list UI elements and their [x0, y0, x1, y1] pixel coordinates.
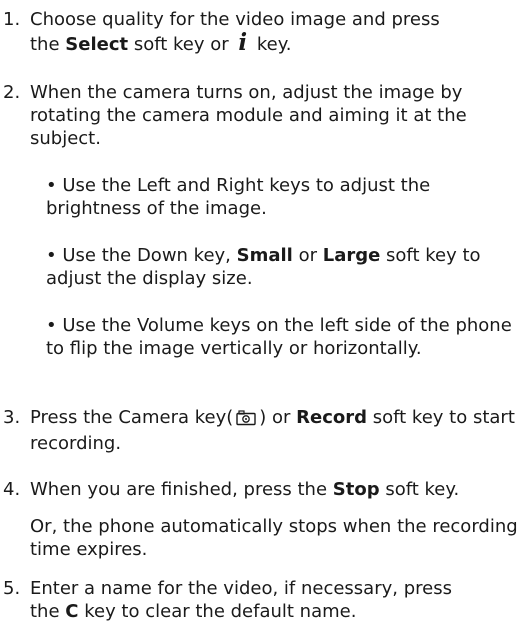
instruction-page: 1. Choose quality for the video image an… — [0, 0, 532, 622]
step-text-segment: the — [30, 601, 66, 622]
step-number: 3. — [3, 407, 21, 428]
step-number: 1. — [3, 9, 21, 30]
info-key-icon: i — [238, 29, 248, 56]
step-text-line: Enter a name for the video, if necessary… — [30, 578, 452, 599]
record-key-label: Record — [296, 407, 368, 428]
step-number: 4. — [3, 479, 21, 500]
step-text-segment: the — [30, 34, 66, 55]
step-number: 2. — [3, 82, 21, 103]
bullet-brightness: • Use the Left and Right keys to adjust … — [46, 175, 431, 219]
bullet-flip-image: • Use the Volume keys on the left side o… — [46, 315, 512, 359]
step-text: When you are finished, press the Stop so… — [30, 478, 530, 501]
step-text: Press the Camera key() or Record soft ke… — [30, 406, 530, 455]
bullet-text-segment: • Use the Down key, — [46, 245, 237, 266]
step-text: When the camera turns on, adjust the ima… — [30, 82, 467, 149]
step-text-segment: Press the Camera key( — [30, 407, 234, 428]
select-key-label: Select — [65, 34, 129, 55]
step-text: Enter a name for the video, if necessary… — [30, 577, 530, 623]
step-text-segment: key. — [251, 34, 292, 55]
large-key-label: Large — [322, 245, 381, 266]
bullet-display-size: • Use the Down key, Small or Large soft … — [46, 244, 530, 290]
camera-key-icon — [236, 409, 256, 432]
step-text-segment: When you are finished, press the — [30, 479, 333, 500]
step-text-segment: key to clear the default name. — [78, 601, 357, 622]
stop-key-label: Stop — [332, 479, 380, 500]
step-text-segment: soft key or — [128, 34, 235, 55]
step-number: 5. — [3, 578, 21, 599]
step-text-segment: ) or — [259, 407, 297, 428]
c-key-label: C — [65, 601, 79, 622]
step-text: Choose quality for the video image and p… — [30, 8, 530, 56]
step-text-line: Choose quality for the video image and p… — [30, 9, 440, 30]
small-key-label: Small — [236, 245, 293, 266]
step-text-segment: soft key. — [379, 479, 460, 500]
step-4-note: Or, the phone automatically stops when t… — [30, 516, 518, 560]
bullet-text-segment: or — [292, 245, 323, 266]
